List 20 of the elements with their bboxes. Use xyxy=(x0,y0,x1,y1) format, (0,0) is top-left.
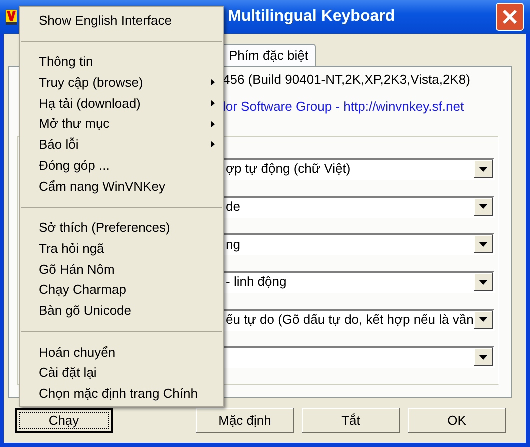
button[interactable]: Chạy xyxy=(15,408,113,433)
menu-item[interactable]: Hạ tải (download) xyxy=(20,93,223,114)
menu-item[interactable]: Cài đặt lại xyxy=(20,362,223,384)
window-title: Multilingual Keyboard xyxy=(228,7,396,27)
button[interactable]: Mặc định xyxy=(196,408,294,433)
menu-item[interactable]: Thông tin xyxy=(20,52,223,72)
menu-item[interactable]: Mở thư mục xyxy=(20,114,223,134)
menu-item[interactable]: Chọn mặc định trang Chính xyxy=(20,384,223,404)
app-icon xyxy=(6,10,17,24)
close-icon xyxy=(502,9,518,25)
tab[interactable]: Phím đặc biệt xyxy=(222,44,316,66)
close-button[interactable] xyxy=(496,3,524,31)
button[interactable]: OK xyxy=(408,408,506,433)
website-link[interactable]: lor Software Group - http://winvnkey.sf.net xyxy=(223,99,499,115)
version-text: 456 (Build 90401-NT,2K,XP,2K3,Vista,2K8) xyxy=(223,72,472,88)
menu-item[interactable]: Hoán chuyển xyxy=(20,342,223,363)
menu-item[interactable]: Truy cập (browse) xyxy=(20,72,223,93)
menu-item[interactable]: Show English Interface xyxy=(20,10,223,31)
menu-item[interactable]: Báo lỗi xyxy=(20,134,223,156)
button[interactable]: Tắt xyxy=(302,408,400,433)
